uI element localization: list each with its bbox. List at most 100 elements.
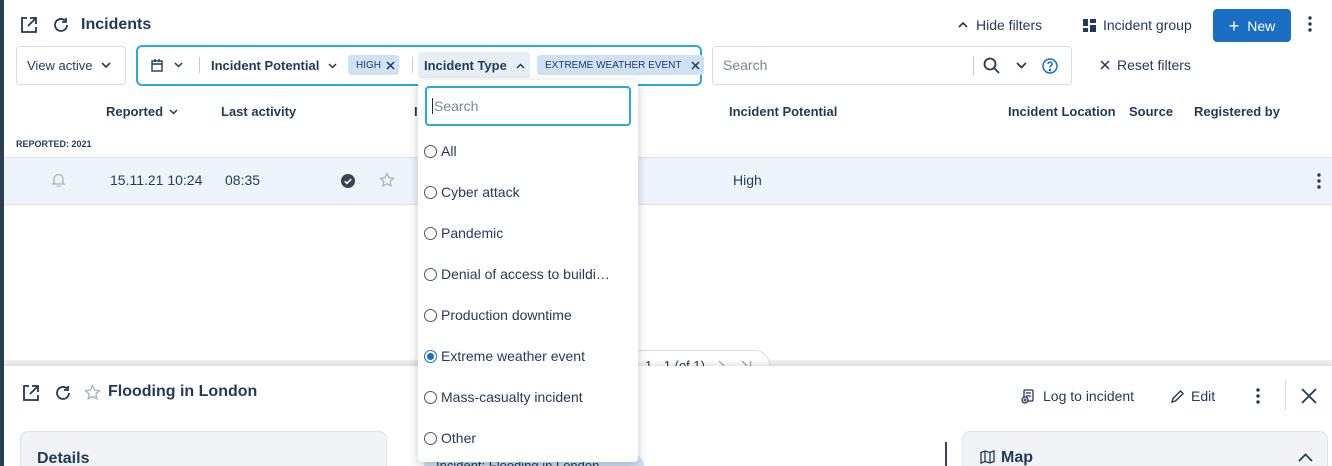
details-card-title: Details [37,450,90,466]
page-title: Incidents [81,16,152,33]
option-label: Pandemic [441,225,504,241]
group-label: REPORTED: 2021 [16,139,92,149]
open-external-icon[interactable] [22,384,40,402]
chevron-up-icon[interactable] [1298,453,1313,462]
grid-icon [1083,18,1096,32]
option-extreme-weather-event[interactable]: Extreme weather event [424,344,585,368]
incident-group-label: Incident group [1103,17,1192,33]
refresh-icon[interactable] [54,384,72,402]
option-pandemic[interactable]: Pandemic [424,221,503,245]
column-header-incident-location[interactable]: Incident Location [1008,104,1116,119]
option-denial-of-access[interactable]: Denial of access to buildi… [424,262,610,286]
reset-filters-label: Reset filters [1117,57,1191,73]
refresh-icon[interactable] [52,16,70,34]
new-button[interactable]: + New [1213,9,1291,42]
incident-potential-filter-label: Incident Potential [211,58,320,73]
star-icon[interactable] [84,384,101,401]
map-icon [980,450,995,464]
type-chip: EXTREME WEATHER EVENT [537,55,704,75]
search-input[interactable]: Search [723,57,767,73]
column-header-reported[interactable]: Reported [106,104,178,119]
chevron-down-icon [328,62,337,69]
divider [973,56,974,76]
incident-group-button[interactable]: Incident group [1083,17,1192,33]
divider [945,442,947,466]
option-other[interactable]: Other [424,426,476,450]
option-mass-casualty-incident[interactable]: Mass-casualty incident [424,385,583,409]
column-header-last-activity[interactable]: Last activity [221,104,296,119]
close-icon[interactable] [1301,388,1317,404]
radio-button[interactable] [424,431,437,445]
radio-button[interactable] [424,267,437,281]
radio-button[interactable] [424,226,437,240]
edit-label: Edit [1191,388,1216,404]
close-icon[interactable] [690,60,700,70]
radio-button[interactable] [424,308,437,322]
search-icon[interactable] [983,57,1000,74]
hide-filters-label: Hide filters [976,17,1043,33]
chevron-up-icon [958,21,968,29]
type-chip-label: EXTREME WEATHER EVENT [545,59,682,71]
incident-type-filter[interactable]: Incident Type [424,58,525,73]
log-icon [1021,388,1036,404]
more-vertical-icon[interactable] [1308,16,1312,32]
option-label: Extreme weather event [441,348,585,364]
option-label: Cyber attack [441,184,520,200]
new-button-label: New [1247,17,1276,34]
hide-filters-button[interactable]: Hide filters [958,17,1042,33]
column-header-reported-label: Reported [106,104,164,119]
divider [1285,380,1286,410]
calendar-icon[interactable] [151,59,163,72]
radio-button[interactable] [424,185,437,199]
option-label: All [441,143,457,159]
more-vertical-icon[interactable] [1256,388,1260,404]
bell-icon[interactable] [52,173,65,187]
row-more-icon[interactable] [1317,173,1321,189]
dropdown-search-placeholder: Search [434,98,479,114]
open-external-icon[interactable] [20,16,38,34]
detail-title: Flooding in London [108,383,258,400]
date-chevron-down-icon[interactable] [174,62,183,68]
potential-chip-label: HIGH [356,59,381,71]
pencil-icon [1171,389,1184,403]
divider [412,57,413,73]
view-active-select[interactable]: View active [16,46,126,85]
column-header-registered-by[interactable]: Registered by [1194,104,1280,119]
map-card-title: Map [1001,449,1033,466]
row-reported: 15.11.21 10:24 [110,172,203,188]
option-label: Mass-casualty incident [441,389,583,405]
close-icon[interactable] [386,60,395,70]
chevron-up-icon [516,62,525,69]
close-icon [1100,60,1110,70]
reset-filters-button[interactable]: Reset filters [1100,57,1191,73]
check-circle-icon [341,174,355,188]
radio-button[interactable] [424,144,437,158]
text-cursor [432,98,433,114]
view-active-label: View active [27,58,93,73]
option-cyber-attack[interactable]: Cyber attack [424,180,520,204]
row-last-activity: 08:35 [225,172,261,188]
chevron-down-icon[interactable] [1016,62,1027,69]
table-row[interactable] [4,157,1332,205]
option-all[interactable]: All [424,139,457,163]
potential-chip: HIGH [348,55,399,75]
sort-down-icon [169,108,178,115]
dropdown-search-input[interactable]: Search [425,86,631,126]
radio-button[interactable] [424,390,437,404]
option-label: Denial of access to buildi… [441,266,610,282]
option-label: Other [441,430,477,446]
column-header-incident-potential[interactable]: Incident Potential [729,104,837,119]
option-label: Production downtime [441,307,572,323]
star-icon[interactable] [379,172,395,188]
log-to-incident-button[interactable]: Log to incident [1021,388,1134,404]
edit-button[interactable]: Edit [1171,388,1215,404]
incident-type-dropdown: Search All Cyber attack Pandemic Denial … [418,80,638,462]
radio-button-selected[interactable] [424,349,437,363]
incident-potential-filter[interactable]: Incident Potential [211,58,337,73]
help-icon[interactable] [1042,58,1058,74]
column-header-source[interactable]: Source [1129,104,1173,119]
chevron-down-icon [100,62,111,69]
incident-type-filter-label: Incident Type [424,58,507,73]
divider [199,57,200,73]
option-production-downtime[interactable]: Production downtime [424,303,572,327]
